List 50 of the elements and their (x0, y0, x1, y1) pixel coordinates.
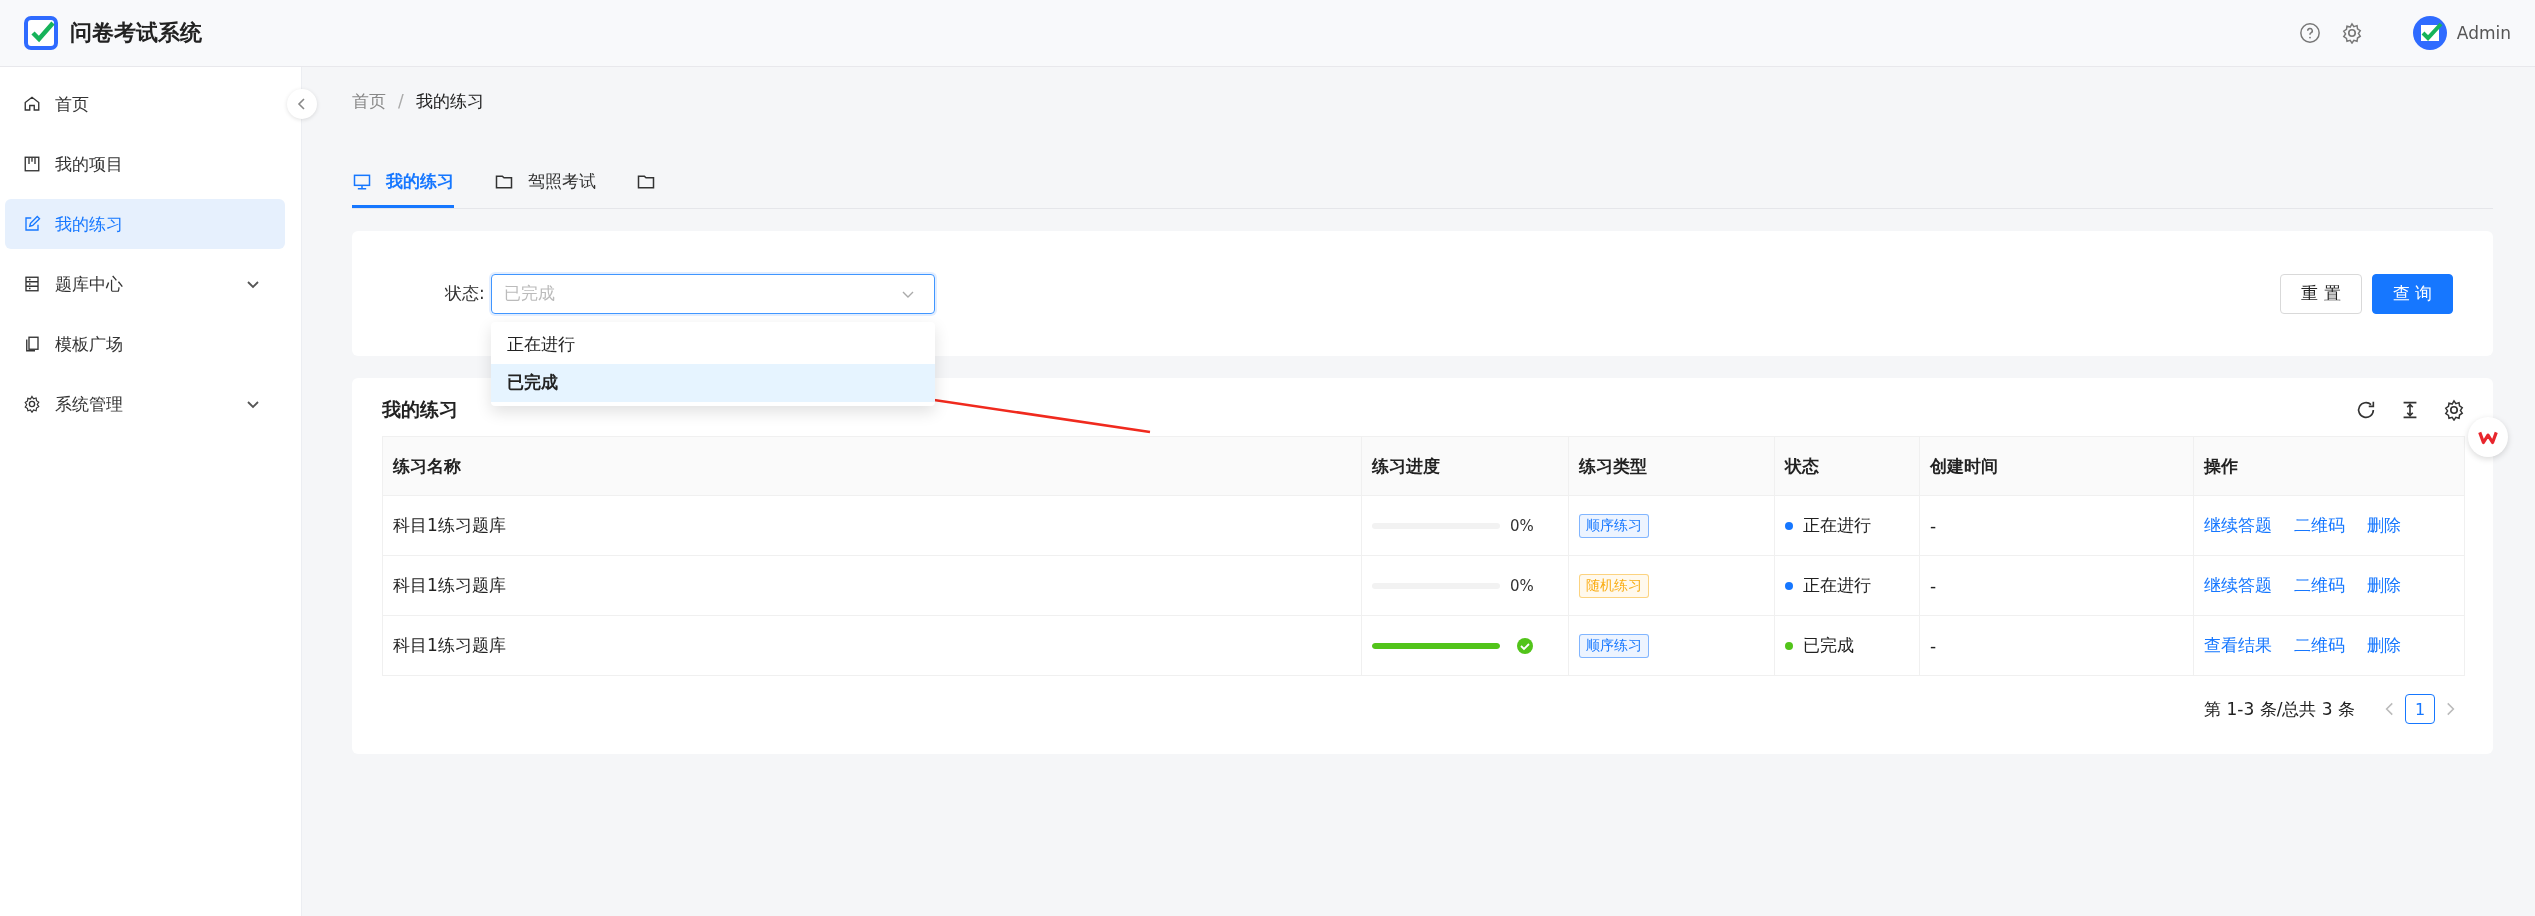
page-button[interactable]: 1 (2405, 694, 2435, 724)
type-tag: 顺序练习 (1579, 633, 1649, 658)
status-text: 正在进行 (1803, 514, 1871, 537)
action-link[interactable]: 二维码 (2294, 575, 2345, 595)
column-header: 练习进度 (1361, 436, 1569, 496)
sidebar-item[interactable]: 首页 (5, 79, 285, 129)
type-tag: 随机练习 (1579, 573, 1649, 598)
breadcrumb-item[interactable]: 首页 (352, 89, 386, 113)
tab[interactable]: 我的练习 (352, 158, 454, 208)
progress-percent: 0% (1510, 516, 1534, 535)
action-link[interactable]: 查看结果 (2204, 635, 2272, 655)
dropdown-option[interactable]: 已完成 (490, 363, 935, 402)
action-link[interactable]: 二维码 (2294, 635, 2345, 655)
column-header: 操作 (2193, 436, 2465, 496)
tab[interactable]: 驾照考试 (494, 158, 596, 208)
table-cell: - (1919, 615, 2194, 676)
breadcrumb-separator: / (398, 91, 404, 111)
column-header: 创建时间 (1919, 436, 2194, 496)
app-title: 问卷考试系统 (70, 19, 202, 47)
reset-button[interactable]: 重 置 (2280, 273, 2362, 314)
action-link[interactable]: 删除 (2367, 515, 2401, 535)
dropdown-option[interactable]: 正在进行 (490, 325, 935, 364)
field-label: 状态: (445, 282, 485, 305)
action-link[interactable]: 删除 (2367, 635, 2401, 655)
sidebar-item[interactable]: 我的项目 (5, 139, 285, 189)
pagination-summary: 第 1-3 条/总共 3 条 (2204, 697, 2355, 721)
user-name[interactable]: Admin (2456, 23, 2511, 43)
table-cell: 科目1练习题库 (382, 555, 1362, 616)
action-link[interactable]: 继续答题 (2204, 515, 2272, 535)
sidebar-item[interactable]: 系统管理 (5, 379, 285, 429)
action-link[interactable]: 删除 (2367, 575, 2401, 595)
action-link[interactable]: 二维码 (2294, 515, 2345, 535)
column-header: 练习类型 (1568, 436, 1775, 496)
table-cell: - (1919, 555, 2194, 616)
search-button[interactable]: 查 询 (2371, 273, 2453, 314)
column-header: 练习名称 (382, 436, 1362, 496)
column-header: 状态 (1774, 436, 1920, 496)
type-tag: 顺序练习 (1579, 513, 1649, 538)
status-text: 已完成 (1803, 634, 1854, 657)
breadcrumb-item: 我的练习 (415, 89, 484, 113)
table-cell: 科目1练习题库 (382, 495, 1362, 556)
sidebar-item[interactable]: 模板广场 (5, 319, 285, 369)
action-link[interactable]: 继续答题 (2204, 575, 2272, 595)
sidebar-item[interactable]: 我的练习 (5, 199, 285, 249)
progress-percent: 0% (1510, 576, 1534, 595)
table-title: 我的练习 (382, 397, 458, 422)
status-text: 正在进行 (1803, 574, 1871, 597)
table-cell: - (1919, 495, 2194, 556)
sidebar-item[interactable]: 题库中心 (5, 259, 285, 309)
table-cell: 科目1练习题库 (382, 615, 1362, 676)
